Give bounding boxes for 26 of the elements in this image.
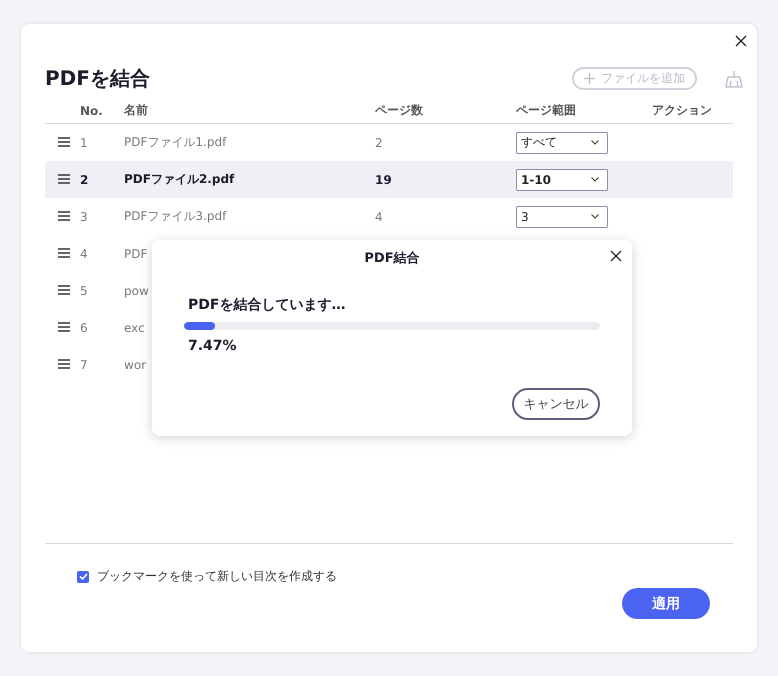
table-cell-text: 4 xyxy=(80,246,89,260)
table-cell-text: exc xyxy=(124,320,146,334)
progress-message: PDFを結合しています… xyxy=(188,296,346,314)
window-title: PDFを結合 xyxy=(45,65,150,92)
table-cell-text: 3 xyxy=(80,210,89,224)
column-header: ページ範囲 xyxy=(516,102,577,119)
checkbox-label: ブックマークを使って新しい目次を作成する xyxy=(97,568,337,585)
column-header: 名前 xyxy=(124,102,149,119)
table-cell-text: 2 xyxy=(80,172,90,186)
table-cell-text: 4 xyxy=(375,210,384,224)
table-cell-text: 7 xyxy=(80,358,89,372)
progress-percentage: 7.47% xyxy=(188,338,238,354)
table-cell-text: pow xyxy=(124,284,150,298)
dialog-title: PDF結合 xyxy=(364,250,420,268)
column-header: No. xyxy=(80,104,104,118)
table-cell-text: 19 xyxy=(375,172,393,186)
table-cell-text: PDFファイル2.pdf xyxy=(124,171,236,188)
table-cell-text: PDFファイル1.pdf xyxy=(124,134,228,151)
table-cell-text: 6 xyxy=(80,320,89,334)
table-cell-text: wor xyxy=(124,358,148,372)
table-cell-text: 2 xyxy=(375,136,384,150)
column-header: アクション xyxy=(652,102,713,119)
table-cell-text: 1 xyxy=(80,136,89,150)
column-header: ページ数 xyxy=(375,102,424,119)
table-cell-text: 5 xyxy=(80,284,89,298)
table-cell-text: PDFファイル3.pdf xyxy=(124,208,228,225)
